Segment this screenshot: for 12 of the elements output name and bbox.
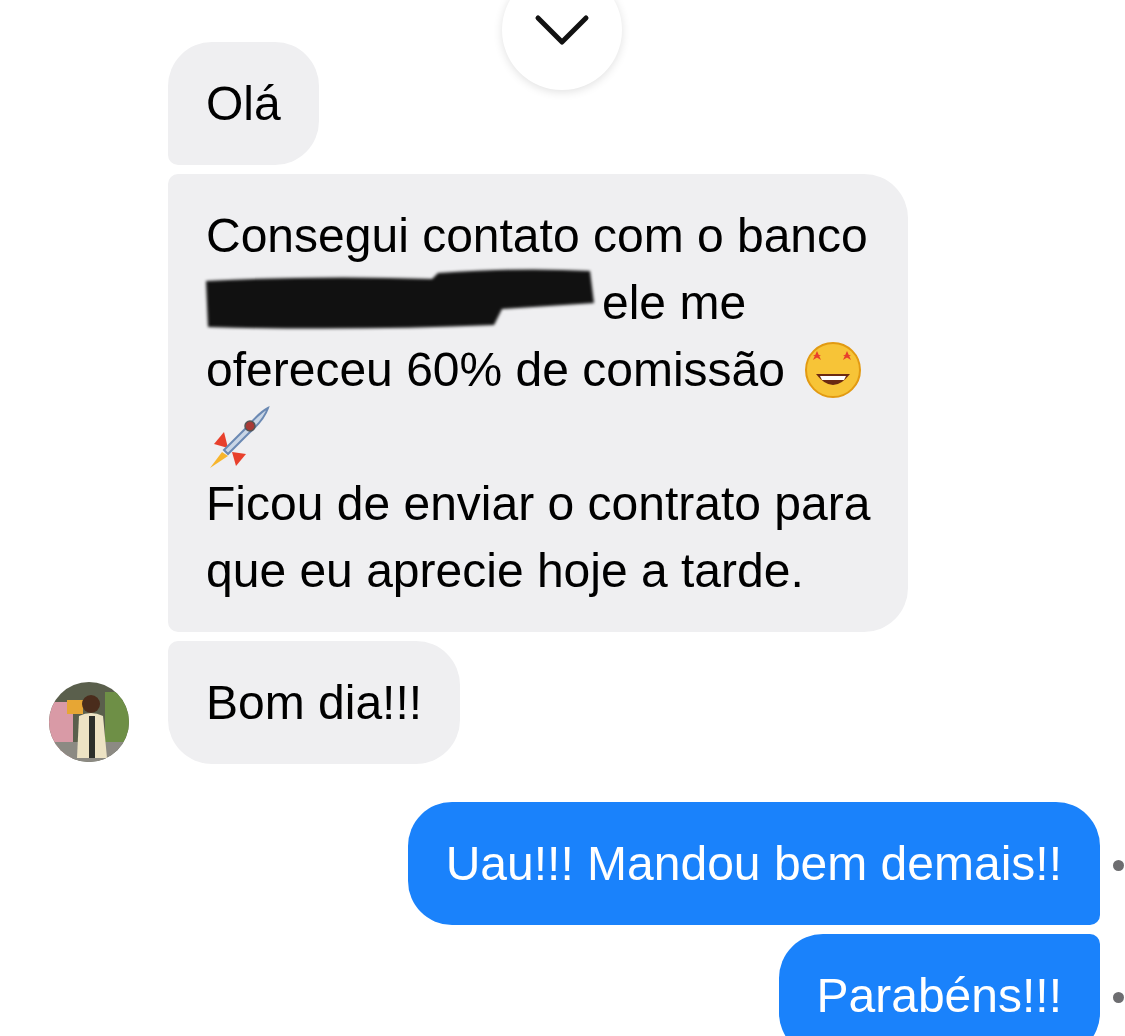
chevron-down-icon	[534, 14, 590, 46]
message-text: Bom dia!!!	[206, 675, 423, 731]
message-text: ele me	[602, 275, 747, 331]
message-text: Olá	[206, 76, 281, 132]
scroll-down-button[interactable]	[502, 0, 622, 90]
message-text: Uau!!! Mandou bem demais!!	[445, 836, 1062, 892]
message-text: Ficou de enviar o contrato para	[206, 476, 871, 532]
message-text: Consegui contato com o banco	[206, 208, 868, 264]
starstruck-face-icon	[803, 339, 863, 400]
message-text: Parabéns!!!	[816, 968, 1062, 1024]
message-text: que eu aprecie hoje a tarde.	[206, 543, 804, 599]
message-text: ofereceu 60% de comissão	[206, 342, 785, 398]
